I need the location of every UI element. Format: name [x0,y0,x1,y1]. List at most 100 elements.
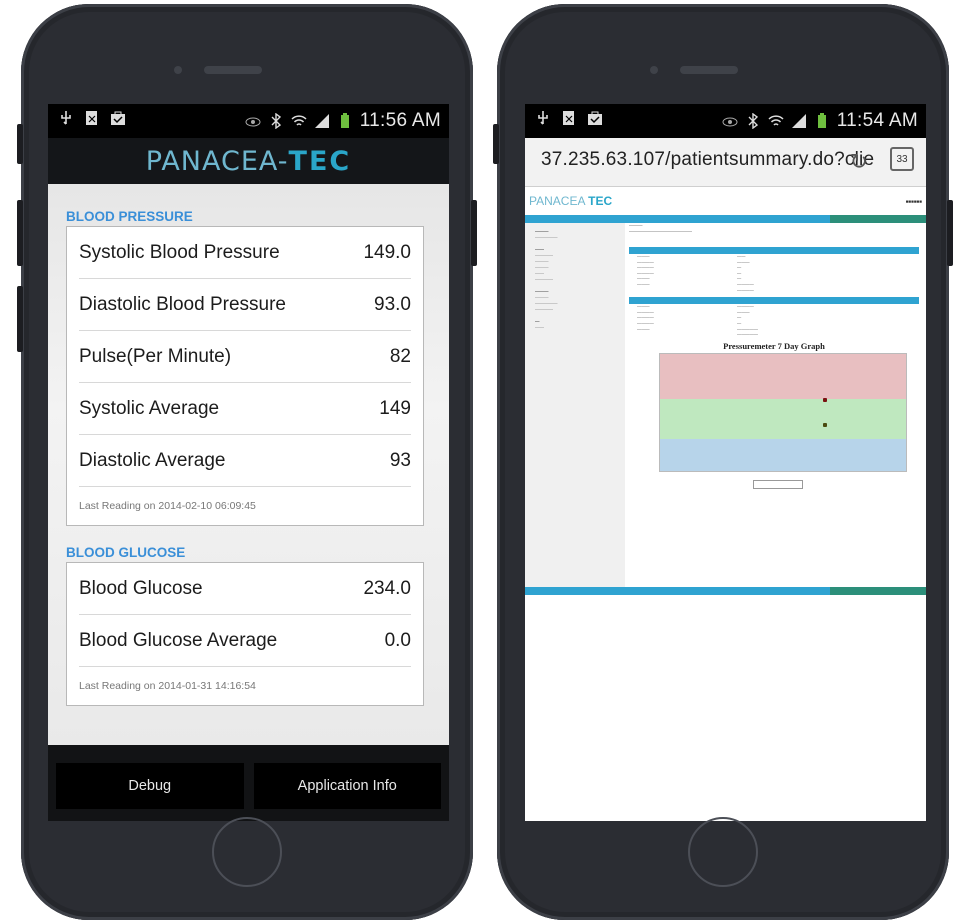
row-value: 149 [379,397,411,419]
front-camera [650,66,658,74]
blood-glucose-card: Blood Glucose 234.0 Blood Glucose Average… [66,562,424,706]
phone-side-button [493,124,499,164]
battery-icon [817,113,826,128]
blood-pressure-card: Systolic Blood Pressure 149.0 Diastolic B… [66,226,424,526]
signal-icon [314,114,329,128]
web-footer [525,587,926,595]
logo-text: PANACEA- [145,145,289,177]
app-logo: PANACEA-TEC [146,146,351,177]
shopping-bag-icon [111,111,125,125]
file-icon [86,111,97,125]
tabs-button[interactable]: 33 [890,147,914,171]
sidebar-item[interactable]: ———— [535,307,625,313]
graph-legend [753,479,803,489]
bp-row-diastolic[interactable]: Diastolic Blood Pressure 93.0 [79,279,411,331]
bg-row-glucose-average[interactable]: Blood Glucose Average 0.0 [79,615,411,667]
web-page: PANACEA TEC ■■■■■■ ——— ————— —— ———— ———… [525,187,926,821]
wifi-icon [768,115,784,126]
graph-plot-area [659,352,907,472]
status-time: 11:54 AM [836,110,918,131]
graph-band-high [660,353,906,399]
phone-side-button [17,124,23,164]
app-screen: 11:56 AM PANACEA-TEC BLOOD PRESSURE Syst… [48,104,449,821]
blood-pressure-title: BLOOD PRESSURE [66,209,193,224]
phone-side-button [947,200,953,266]
eye-icon [722,117,738,127]
browser-screen: 11:54 AM 37.235.63.107/patientsummary.do… [525,104,926,821]
application-info-button[interactable]: Application Info [253,763,441,809]
battery-icon [340,113,349,128]
row-label: Blood Glucose [79,577,203,599]
shopping-bag-icon [588,111,602,125]
bp-row-diastolic-average[interactable]: Diastolic Average 93 [79,435,411,487]
url-field[interactable]: 37.235.63.107/patientsummary.do?clie [541,149,874,171]
bp-last-reading: Last Reading on 2014-02-10 06:09:45 [79,500,256,512]
bp-row-pulse[interactable]: Pulse(Per Minute) 82 [79,331,411,383]
graph-band-low [660,438,906,471]
file-icon [563,111,574,125]
row-value: 82 [389,345,411,367]
web-nav-bar-end [830,215,926,223]
row-value: 0.0 [384,629,411,651]
earpiece-speaker [204,66,262,74]
hypertension-section-header [629,297,919,305]
graph-title: Pressuremeter 7 Day Graph [723,340,825,351]
row-value: 234.0 [363,577,411,599]
kv-row: ———— [737,287,754,293]
web-logo: PANACEA TEC [529,194,612,208]
home-button[interactable] [688,817,758,887]
status-bar: 11:54 AM [525,104,926,138]
signal-icon [791,114,806,128]
left-phone: 11:56 AM PANACEA-TEC BLOOD PRESSURE Syst… [17,4,477,920]
bg-last-reading: Last Reading on 2014-01-31 14:16:54 [79,680,256,692]
web-logo-text-bold: TEC [588,194,613,208]
graph-point-systolic [823,397,827,402]
usb-icon [538,111,548,125]
row-label: Systolic Blood Pressure [79,241,280,263]
front-camera [174,66,182,74]
diabetes-section-header [629,247,919,254]
row-label: Diastolic Blood Pressure [79,293,286,315]
bp-row-systolic-average[interactable]: Systolic Average 149 [79,383,411,435]
row-value: 149.0 [363,241,411,263]
sidebar-item[interactable]: ————— [535,235,625,241]
row-label: Pulse(Per Minute) [79,345,232,367]
web-header: PANACEA TEC ■■■■■■ [525,187,926,215]
row-value: 93.0 [374,293,411,315]
app-header: PANACEA-TEC [48,138,449,184]
usb-icon [61,111,71,125]
right-phone: 11:54 AM 37.235.63.107/patientsummary.do… [493,4,953,920]
app-footer: Debug Application Info [48,745,449,821]
web-nav-bar [525,215,926,223]
sidebar-item[interactable]: ———— [535,277,625,283]
web-logo-text: PANACEA [529,194,589,208]
phone-side-button [471,200,477,266]
bp-row-systolic[interactable]: Systolic Blood Pressure 149.0 [79,227,411,279]
bluetooth-icon [271,113,281,129]
web-main-content: ——— —————————————— ——— —— ———— ——— ———— — —… [629,223,919,489]
row-label: Blood Glucose Average [79,629,278,651]
graph-point-diastolic [823,422,827,427]
debug-button[interactable]: Debug [56,763,244,809]
row-label: Diastolic Average [79,449,226,471]
row-label: Systolic Average [79,397,220,419]
bg-row-glucose[interactable]: Blood Glucose 234.0 [79,563,411,615]
web-sidebar: ——— ————— —— ———— ——— ——— —— ———— ——— ——… [525,223,625,587]
reload-icon[interactable]: ↻ [850,149,868,175]
status-bar: 11:56 AM [48,104,449,138]
summary-line: —————————————— [629,229,692,234]
bluetooth-icon [748,113,758,129]
status-time: 11:56 AM [359,110,441,131]
blood-glucose-title: BLOOD GLUCOSE [66,545,186,560]
home-button[interactable] [212,817,282,887]
phone-side-button [17,200,23,266]
phone-side-button [17,286,23,352]
logo-text-bold: TEC [288,145,352,177]
graph-band-normal [660,398,906,439]
earpiece-speaker [680,66,738,74]
row-value: 93 [389,449,411,471]
kv-row: ————— [737,332,758,338]
eye-icon [245,117,261,127]
web-footer-end [830,587,926,595]
sidebar-item[interactable]: —— [535,325,625,331]
